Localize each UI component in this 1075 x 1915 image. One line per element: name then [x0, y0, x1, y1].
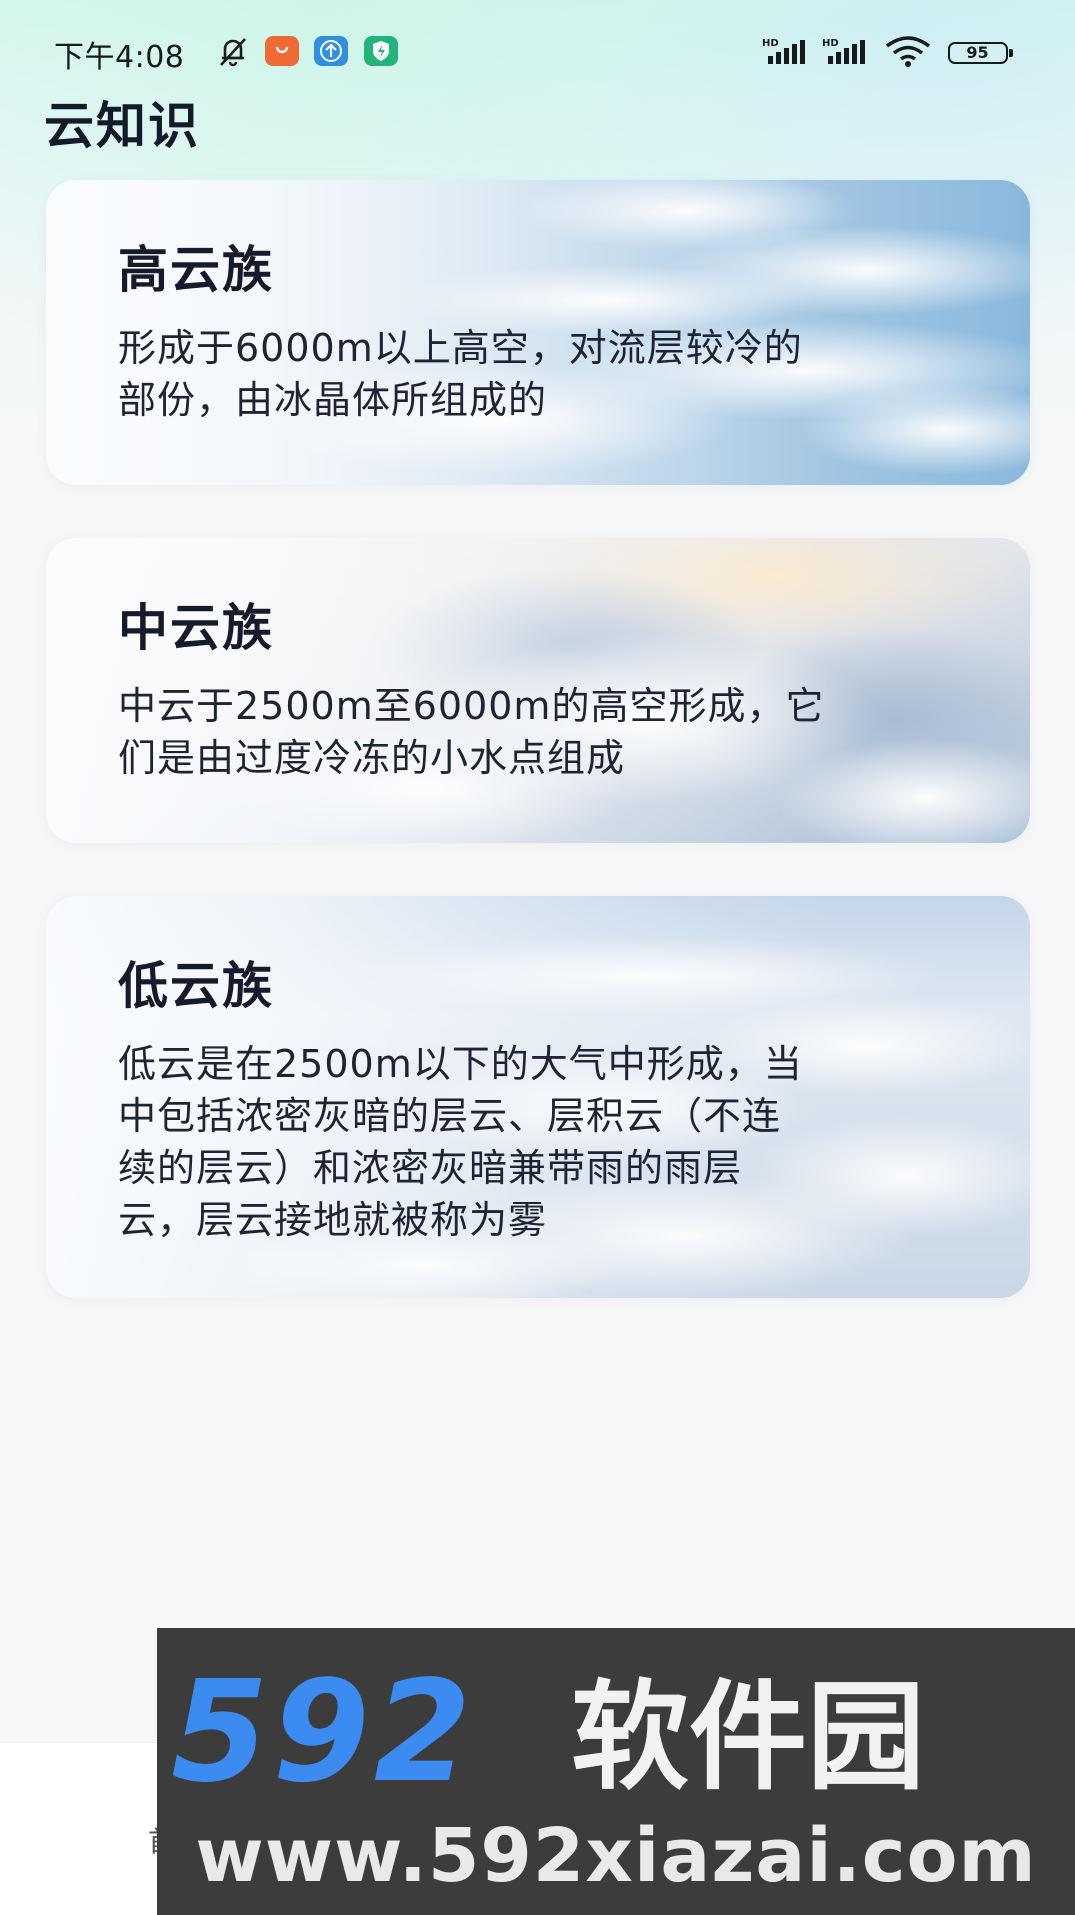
desc-line: 形成于6000m以上高空，对流层较冷的	[118, 326, 803, 370]
card-title: 低云族	[118, 957, 274, 1015]
svg-text:HD: HD	[762, 38, 779, 49]
app-blue-upload-icon	[314, 36, 348, 66]
signal-icon: HD	[762, 38, 805, 64]
bell-muted-icon	[220, 38, 246, 67]
desc-line: 低云是在2500m以下的大气中形成，当	[118, 1042, 803, 1086]
watermark-banner: 592 软件园 www.592xiazai.com	[157, 1628, 1075, 1915]
screen: 下午4:08 HD HD 95 云知识 高云族 形成于6000m以上高空，对流层…	[0, 0, 1075, 1915]
watermark-logo: 592 软件园	[171, 1668, 925, 1803]
desc-line: 中包括浓密灰暗的层云、层积云（不连	[118, 1094, 782, 1138]
app-green-shield-icon	[364, 36, 398, 66]
battery-level: 95	[966, 43, 989, 62]
card-description: 形成于6000m以上高空，对流层较冷的 部份，由冰晶体所组成的	[118, 322, 978, 426]
signal-icon: HD	[822, 38, 865, 64]
card-description: 中云于2500m至6000m的高空形成，它 们是由过度冷冻的小水点组成	[118, 680, 978, 784]
cloud-card-middle[interactable]: 中云族 中云于2500m至6000m的高空形成，它 们是由过度冷冻的小水点组成	[46, 538, 1030, 843]
page-title: 云知识	[44, 97, 200, 155]
watermark-number: 592	[171, 1668, 475, 1803]
watermark-url: www.592xiazai.com	[195, 1813, 1037, 1899]
app-orange-icon	[265, 36, 299, 66]
cloud-card-low[interactable]: 低云族 低云是在2500m以下的大气中形成，当 中包括浓密灰暗的层云、层积云（不…	[46, 896, 1030, 1298]
status-time: 下午4:08	[54, 40, 185, 75]
desc-line: 们是由过度冷冻的小水点组成	[118, 736, 626, 780]
desc-line: 部份，由冰晶体所组成的	[118, 378, 548, 422]
desc-line: 中云于2500m至6000m的高空形成，它	[118, 684, 825, 728]
battery-icon: 95	[948, 42, 1013, 64]
card-description: 低云是在2500m以下的大气中形成，当 中包括浓密灰暗的层云、层积云（不连 续的…	[118, 1038, 978, 1246]
wifi-icon	[885, 36, 931, 67]
desc-line: 续的层云）和浓密灰暗兼带雨的雨层	[118, 1146, 743, 1190]
svg-text:HD: HD	[822, 38, 839, 49]
card-title: 中云族	[118, 599, 274, 657]
desc-line: 云，层云接地就被称为雾	[118, 1198, 548, 1242]
cloud-card-high[interactable]: 高云族 形成于6000m以上高空，对流层较冷的 部份，由冰晶体所组成的	[46, 180, 1030, 485]
card-title: 高云族	[118, 241, 274, 299]
watermark-brand-text: 软件园	[571, 1668, 925, 1803]
